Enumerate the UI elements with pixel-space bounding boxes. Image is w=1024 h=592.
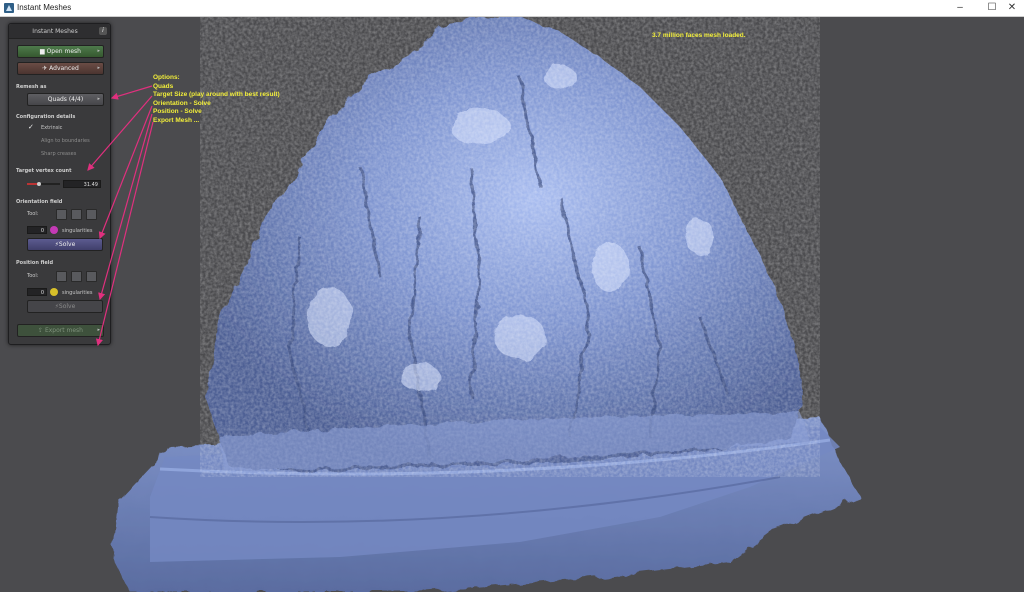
arrow-to-export	[95, 121, 154, 347]
arrow-to-remesh	[110, 85, 153, 100]
arrow-to-position-solve	[98, 113, 153, 301]
arrow-to-vertex-count	[87, 95, 153, 171]
annotation-arrows	[87, 85, 154, 347]
status-message: 3.7 million faces mesh loaded.	[652, 32, 746, 39]
